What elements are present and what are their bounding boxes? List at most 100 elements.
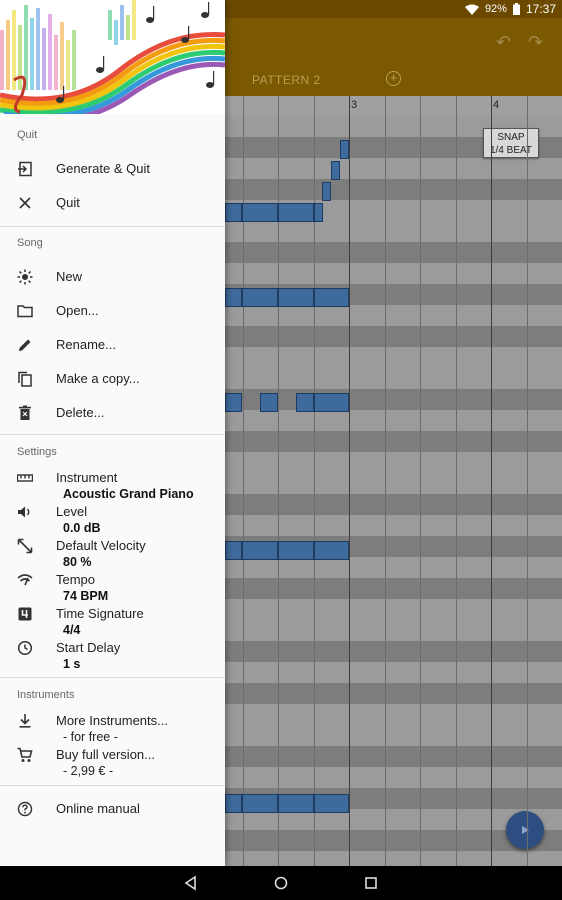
section-title-quit: Quit [17,129,38,141]
undo-icon[interactable]: ↶ [496,32,518,52]
battery-percent: 92% [484,3,507,15]
beat-line [385,96,386,866]
divider [0,434,225,435]
music-rainbow-illustration [0,0,225,114]
note-block[interactable] [278,288,314,307]
start-delay-label: Start Delay [56,640,121,655]
tempo-label: Tempo [56,572,96,587]
close-icon [19,197,31,209]
start-delay-setting[interactable]: Start Delay 1 s [0,631,225,673]
note-block[interactable] [225,541,242,560]
note-block[interactable] [242,541,278,560]
rename-song-label: Rename... [56,337,116,352]
note-block[interactable] [314,288,349,307]
new-song-label: New [56,269,83,284]
exit-to-app-icon [18,161,32,177]
beat-line [420,96,421,866]
beat-line [456,96,457,866]
drawer-header-image [0,0,225,114]
note-block[interactable] [242,288,278,307]
delete-song-label: Delete... [56,405,105,420]
snap-label: SNAP [497,132,525,143]
note-block[interactable] [340,140,349,159]
clock-icon [17,640,33,656]
help-icon [17,801,33,817]
more-instruments-label: More Instruments... [56,713,168,728]
section-title-instruments: Instruments [17,689,75,701]
section-title-settings: Settings [17,446,57,458]
online-manual-label: Online manual [56,801,140,816]
note-block[interactable] [322,182,331,201]
note-block[interactable] [278,203,314,222]
snap-value: 1/4 BEAT [489,145,533,156]
buy-full-version-label: Buy full version... [56,747,155,762]
divider [0,226,225,227]
download-icon [19,714,31,728]
note-block[interactable] [278,794,314,813]
note-block[interactable] [225,393,242,412]
recents-icon[interactable] [363,875,379,891]
divider [0,677,225,678]
generate-and-quit-item[interactable]: Generate & Quit [0,152,225,186]
volume-icon [18,506,30,518]
generate-and-quit-label: Generate & Quit [56,161,150,176]
home-icon[interactable] [273,875,289,891]
buy-full-version-item[interactable]: Buy full version... - 2,99 € - [0,738,225,780]
delete-song-item[interactable]: Delete... [0,396,225,430]
default-velocity-label: Default Velocity [56,538,146,553]
quit-item[interactable]: Quit [0,186,225,220]
delete-icon [19,405,31,420]
note-block[interactable] [225,794,242,813]
copy-icon [18,371,32,387]
buy-full-version-price: - 2,99 € - [63,764,114,778]
back-icon[interactable] [183,875,199,891]
note-block[interactable] [314,393,349,412]
resize-arrows-icon [17,538,33,554]
tempo-icon [17,574,33,586]
note-block[interactable] [225,203,242,222]
open-song-label: Open... [56,303,99,318]
online-manual-item[interactable]: Online manual [0,792,225,826]
time-signature-icon [18,607,32,621]
note-block[interactable] [314,794,349,813]
beat-line [349,96,350,866]
quit-label: Quit [56,195,80,210]
note-block[interactable] [296,393,314,412]
divider [0,785,225,786]
copy-song-label: Make a copy... [56,371,140,386]
system-navigation-bar [0,866,562,900]
start-delay-value: 1 s [63,657,81,671]
folder-icon [17,305,33,318]
note-block[interactable] [242,794,278,813]
add-pattern-icon[interactable]: + [386,71,401,86]
battery-icon [512,3,520,15]
clock: 17:37 [525,2,556,16]
wifi-icon [464,4,479,15]
note-block[interactable] [331,161,340,180]
pencil-icon [19,339,31,351]
keyboard-icon [17,474,33,482]
new-icon [17,269,33,285]
open-song-item[interactable]: Open... [0,294,225,328]
play-button[interactable] [506,811,544,849]
beat-line [491,96,492,866]
instrument-label: Instrument [56,470,118,485]
tab-pattern-2[interactable]: PATTERN 2 [252,73,321,87]
play-icon [522,826,529,834]
time-signature-label: Time Signature [56,606,144,621]
level-label: Level [56,504,88,519]
copy-song-item[interactable]: Make a copy... [0,362,225,396]
bar-number-3: 3 [351,99,358,111]
note-block[interactable] [225,288,242,307]
note-block[interactable] [260,393,278,412]
rename-song-item[interactable]: Rename... [0,328,225,362]
section-title-song: Song [17,237,43,249]
note-block[interactable] [314,203,323,222]
note-block[interactable] [278,541,314,560]
bar-number-4: 4 [493,99,500,111]
note-block[interactable] [242,203,278,222]
new-song-item[interactable]: New [0,260,225,294]
note-block[interactable] [314,541,349,560]
redo-icon[interactable]: ↷ [528,32,550,52]
cart-icon [17,747,33,762]
